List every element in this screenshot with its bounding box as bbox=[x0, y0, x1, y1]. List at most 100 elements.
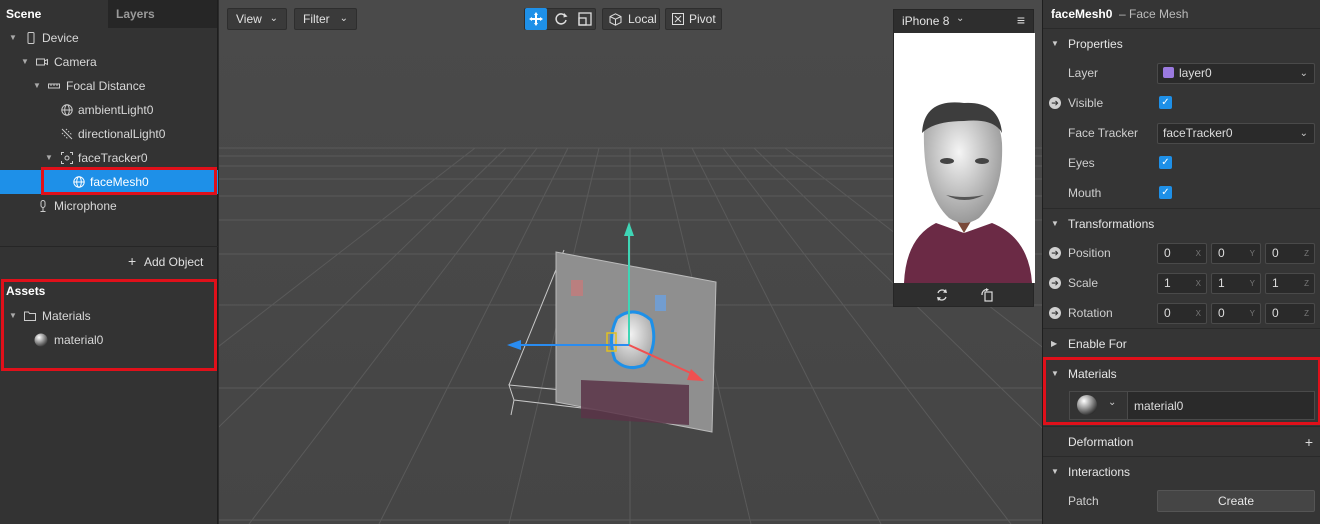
filter-dropdown-label: Filter bbox=[303, 12, 330, 26]
collapse-arrow-icon[interactable]: ▼ bbox=[45, 146, 53, 170]
layer-dropdown[interactable]: layer0 ⌄ bbox=[1157, 63, 1315, 84]
prop-mouth: Mouth ✓ bbox=[1043, 178, 1320, 208]
scale-x-input[interactable]: 1X bbox=[1157, 273, 1207, 294]
material-sphere-icon bbox=[1077, 395, 1097, 415]
scale-y-input[interactable]: 1Y bbox=[1211, 273, 1261, 294]
value: 0 bbox=[1272, 306, 1279, 320]
tab-layers[interactable]: Layers bbox=[108, 0, 216, 28]
tree-item-focal-distance[interactable]: ▼ Focal Distance bbox=[0, 74, 218, 98]
chevron-down-icon[interactable]: ⌄ bbox=[956, 13, 964, 24]
filter-dropdown[interactable]: Filter ⌄ bbox=[294, 8, 357, 30]
local-label: Local bbox=[628, 12, 657, 26]
visible-checkbox[interactable]: ✓ bbox=[1159, 96, 1172, 109]
add-deformation-icon[interactable]: + bbox=[1305, 427, 1313, 457]
value: 1 bbox=[1218, 276, 1225, 290]
tab-scene[interactable]: Scene bbox=[0, 0, 108, 28]
prop-layer: Layer layer0 ⌄ bbox=[1043, 58, 1320, 88]
prop-label: Visible bbox=[1068, 96, 1104, 110]
face-tracker-dropdown[interactable]: faceTracker0 ⌄ bbox=[1157, 123, 1315, 144]
device-preview: iPhone 8 ⌄ ≡ bbox=[893, 9, 1035, 307]
collapse-arrow-icon[interactable]: ▼ bbox=[9, 304, 17, 328]
section-deformation[interactable]: Deformation + bbox=[1043, 426, 1320, 456]
rotate-device-icon[interactable] bbox=[980, 288, 994, 302]
create-patch-button[interactable]: Create bbox=[1157, 490, 1315, 512]
rotation-y-input[interactable]: 0Y bbox=[1211, 303, 1261, 324]
scale-z-input[interactable]: 1Z bbox=[1265, 273, 1315, 294]
axis-label: X bbox=[1195, 279, 1201, 288]
pivot-icon bbox=[672, 13, 684, 25]
prop-eyes: Eyes ✓ bbox=[1043, 148, 1320, 178]
add-object-button[interactable]: + Add Object bbox=[0, 246, 218, 276]
tree-item-device[interactable]: ▼ Device bbox=[0, 26, 218, 50]
tree-item-face-tracker[interactable]: ▼ faceTracker0 bbox=[0, 146, 218, 170]
asset-item-material0[interactable]: material0 bbox=[0, 328, 218, 352]
rotation-z-input[interactable]: 0Z bbox=[1265, 303, 1315, 324]
position-x-input[interactable]: 0X bbox=[1157, 243, 1207, 264]
connect-arrow-icon[interactable]: ➔ bbox=[1049, 247, 1061, 259]
rotation-x-input[interactable]: 0X bbox=[1157, 303, 1207, 324]
inspector-subtitle: – Face Mesh bbox=[1119, 7, 1189, 21]
tree-item-label: Focal Distance bbox=[66, 79, 146, 93]
layer-color-swatch bbox=[1163, 67, 1174, 78]
section-materials[interactable]: ▼ Materials bbox=[1043, 358, 1320, 388]
globe-icon bbox=[61, 104, 73, 116]
eyes-checkbox[interactable]: ✓ bbox=[1159, 156, 1172, 169]
rotate-tool-button[interactable] bbox=[550, 8, 572, 30]
chevron-down-icon: ⌄ bbox=[1299, 128, 1308, 139]
scene-viewport[interactable]: View ⌄ Filter ⌄ Local Pivot iPhone 8 ⌄ ≡ bbox=[219, 0, 1042, 524]
section-label: Materials bbox=[1068, 367, 1117, 381]
local-button[interactable]: Local bbox=[602, 8, 660, 30]
move-tool-button[interactable] bbox=[525, 8, 547, 30]
material-picker-button[interactable]: ⌄ bbox=[1070, 392, 1128, 419]
layer-value: layer0 bbox=[1179, 66, 1212, 80]
prop-label: Face Tracker bbox=[1068, 126, 1139, 140]
tree-item-microphone[interactable]: Microphone bbox=[0, 194, 218, 218]
pivot-button[interactable]: Pivot bbox=[665, 8, 722, 30]
material-slot[interactable]: ⌄ material0 bbox=[1069, 391, 1315, 420]
section-interactions[interactable]: ▼ Interactions bbox=[1043, 456, 1320, 486]
section-label: Properties bbox=[1068, 37, 1123, 51]
value: 1 bbox=[1272, 276, 1279, 290]
pivot-label: Pivot bbox=[689, 12, 716, 26]
prop-label: Scale bbox=[1068, 276, 1099, 290]
position-y-input[interactable]: 0Y bbox=[1211, 243, 1261, 264]
axis-label: Y bbox=[1249, 249, 1255, 258]
chevron-down-icon: ⌄ bbox=[1108, 397, 1117, 408]
prop-label: Eyes bbox=[1068, 156, 1095, 170]
device-screen bbox=[894, 33, 1035, 283]
axis-label: Z bbox=[1304, 309, 1309, 318]
section-properties[interactable]: ▼ Properties bbox=[1043, 28, 1320, 58]
face-mesh-object bbox=[610, 310, 656, 370]
tree-item-face-mesh[interactable]: faceMesh0 bbox=[0, 170, 218, 194]
hamburger-menu-icon[interactable]: ≡ bbox=[1017, 12, 1025, 28]
position-z-input[interactable]: 0Z bbox=[1265, 243, 1315, 264]
tree-item-ambient-light[interactable]: ambientLight0 bbox=[0, 98, 218, 122]
view-dropdown[interactable]: View ⌄ bbox=[227, 8, 287, 30]
chevron-down-icon: ⌄ bbox=[269, 13, 278, 24]
connect-arrow-icon[interactable]: ➔ bbox=[1049, 307, 1061, 319]
connect-arrow-icon[interactable]: ➔ bbox=[1049, 277, 1061, 289]
swap-camera-icon[interactable] bbox=[935, 288, 949, 302]
tree-item-label: ambientLight0 bbox=[78, 103, 154, 117]
section-enable-for[interactable]: ▶ Enable For bbox=[1043, 328, 1320, 358]
section-transformations[interactable]: ▼ Transformations bbox=[1043, 208, 1320, 238]
mouth-checkbox[interactable]: ✓ bbox=[1159, 186, 1172, 199]
collapse-arrow-icon[interactable]: ▼ bbox=[21, 50, 29, 74]
chevron-down-icon: ⌄ bbox=[339, 13, 348, 24]
prop-position: ➔ Position 0X 0Y 0Z bbox=[1043, 238, 1320, 268]
asset-item-materials[interactable]: ▼ Materials bbox=[0, 304, 218, 328]
asset-item-label: Materials bbox=[42, 309, 91, 323]
connect-arrow-icon[interactable]: ➔ bbox=[1049, 97, 1061, 109]
collapse-arrow-icon[interactable]: ▼ bbox=[33, 74, 41, 98]
tree-item-camera[interactable]: ▼ Camera bbox=[0, 50, 218, 74]
axis-label: X bbox=[1195, 309, 1201, 318]
section-label: Transformations bbox=[1068, 217, 1155, 231]
camera-icon bbox=[36, 58, 48, 66]
move-icon bbox=[529, 12, 543, 26]
collapse-arrow-icon: ▼ bbox=[1051, 467, 1059, 476]
collapse-arrow-icon[interactable]: ▼ bbox=[9, 26, 17, 50]
tree-item-directional-light[interactable]: directionalLight0 bbox=[0, 122, 218, 146]
device-name[interactable]: iPhone 8 bbox=[902, 14, 949, 28]
scale-tool-button[interactable] bbox=[574, 8, 596, 30]
value: 0 bbox=[1218, 306, 1225, 320]
